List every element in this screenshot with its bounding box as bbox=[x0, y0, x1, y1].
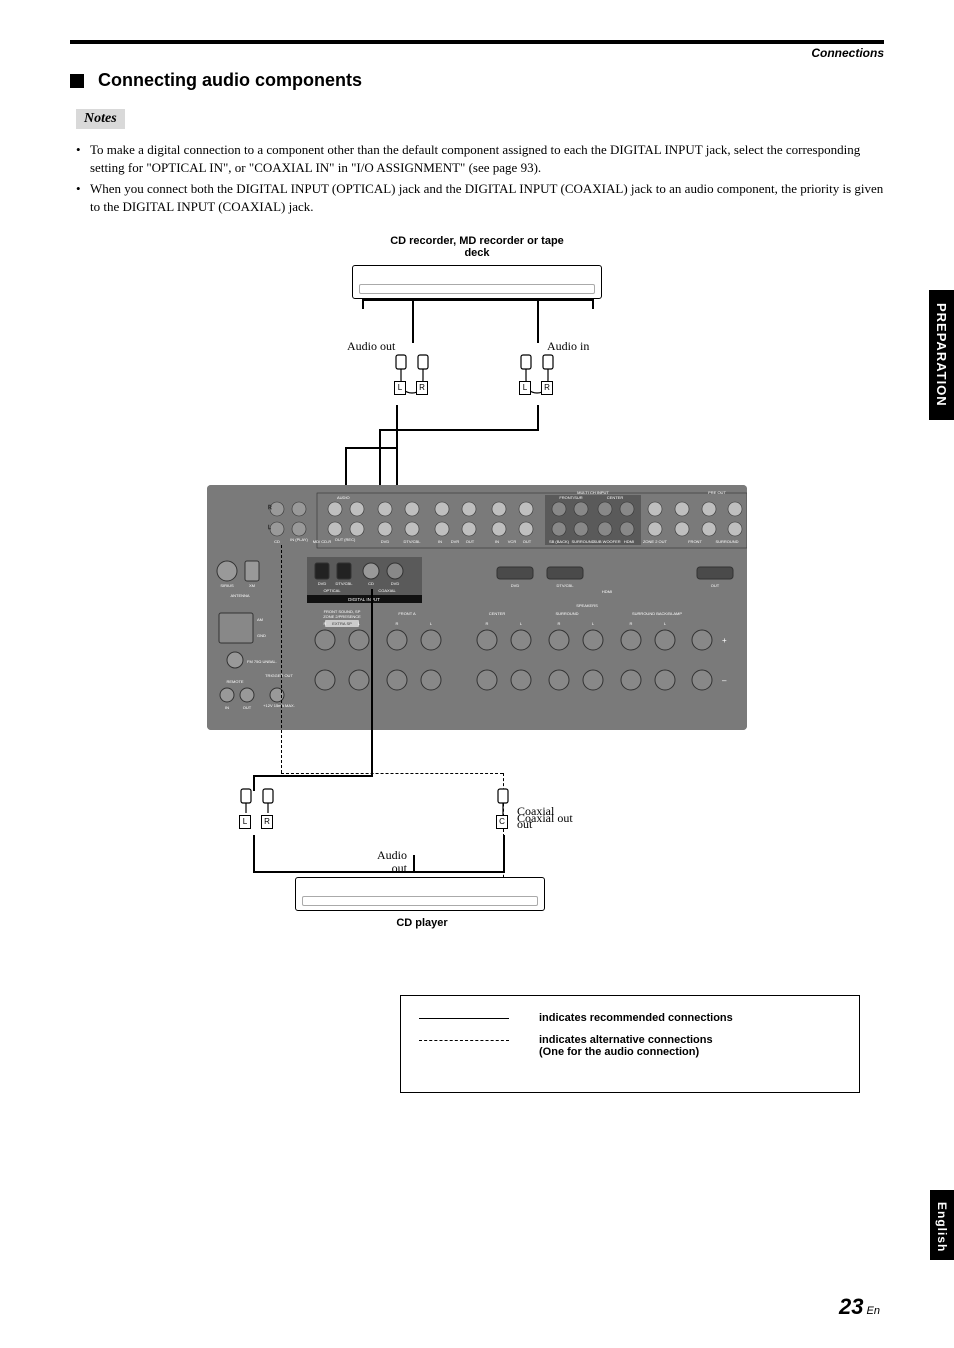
svg-text:SPEAKERS: SPEAKERS bbox=[576, 603, 598, 608]
svg-text:R: R bbox=[324, 621, 327, 626]
svg-text:PRE OUT: PRE OUT bbox=[708, 490, 726, 495]
svg-text:TRIGGER OUT: TRIGGER OUT bbox=[265, 673, 293, 678]
notes-list: To make a digital connection to a compon… bbox=[70, 141, 884, 215]
svg-text:DTV/CBL: DTV/CBL bbox=[404, 539, 422, 544]
connection-diagram: CD recorder, MD recorder or tape deck Au… bbox=[197, 235, 757, 935]
section-title: Connecting audio components bbox=[98, 70, 362, 91]
svg-text:DVD: DVD bbox=[318, 581, 327, 586]
svg-text:CD: CD bbox=[368, 581, 374, 586]
cd-player-box bbox=[295, 877, 545, 911]
svg-text:VCR: VCR bbox=[508, 539, 517, 544]
legend-box: indicates recommended connections indica… bbox=[400, 995, 860, 1093]
audio-out-label: Audio out bbox=[347, 339, 395, 354]
side-tab-english: English bbox=[930, 1190, 954, 1260]
svg-text:AUDIO: AUDIO bbox=[337, 495, 350, 500]
svg-text:IN: IN bbox=[438, 539, 442, 544]
legend-rec: indicates recommended connections bbox=[539, 1012, 733, 1024]
svg-text:SURROUND: SURROUND bbox=[555, 611, 578, 616]
r-label: R bbox=[541, 381, 553, 395]
page-number: 23 En bbox=[839, 1294, 880, 1320]
receiver-rear-panel: AUDIO R L bbox=[207, 485, 747, 730]
svg-text:L: L bbox=[268, 525, 271, 531]
svg-text:OUT: OUT bbox=[243, 705, 252, 710]
svg-text:IN: IN bbox=[495, 539, 499, 544]
alt-connection-line bbox=[281, 545, 282, 773]
r-label: R bbox=[261, 815, 273, 829]
breadcrumb: Connections bbox=[811, 46, 884, 60]
svg-text:OUT (REC): OUT (REC) bbox=[335, 537, 356, 542]
coaxial-out-text: Coaxialout bbox=[517, 805, 554, 831]
svg-text:OPTICAL: OPTICAL bbox=[323, 588, 341, 593]
svg-text:REMOTE: REMOTE bbox=[226, 679, 243, 684]
svg-text:R: R bbox=[486, 621, 489, 626]
svg-text:DVR: DVR bbox=[451, 539, 460, 544]
legend-alt: indicates alternative connections (One f… bbox=[539, 1034, 713, 1058]
svg-text:R: R bbox=[396, 621, 399, 626]
svg-text:FRONT A: FRONT A bbox=[398, 611, 416, 616]
svg-text:DVD: DVD bbox=[381, 539, 390, 544]
cd-player-label: CD player bbox=[362, 917, 482, 929]
c-label: C bbox=[496, 815, 508, 829]
svg-text:HDMI: HDMI bbox=[624, 539, 634, 544]
svg-text:DTV/CBL: DTV/CBL bbox=[336, 581, 354, 586]
svg-text:OUT: OUT bbox=[711, 583, 720, 588]
svg-text:GND: GND bbox=[257, 633, 266, 638]
svg-text:SURROUND: SURROUND bbox=[571, 539, 594, 544]
dashed-line-icon bbox=[419, 1040, 509, 1041]
l-label: L bbox=[394, 381, 406, 395]
svg-text:AM: AM bbox=[257, 617, 263, 622]
svg-text:XM: XM bbox=[249, 583, 255, 588]
side-tab-preparation: PREPARATION bbox=[929, 290, 954, 420]
l-label: L bbox=[239, 815, 251, 829]
svg-text:ZONE 2/PRESENCE: ZONE 2/PRESENCE bbox=[323, 614, 361, 619]
note-item: When you connect both the DIGITAL INPUT … bbox=[76, 180, 884, 215]
top-device-label: CD recorder, MD recorder or tape deck bbox=[377, 235, 577, 259]
svg-text:+: + bbox=[722, 636, 727, 645]
solid-line-icon bbox=[419, 1018, 509, 1019]
r-label: R bbox=[416, 381, 428, 395]
note-item: To make a digital connection to a compon… bbox=[76, 141, 884, 176]
svg-text:SB (BACK): SB (BACK) bbox=[549, 539, 570, 544]
svg-text:FRONT: FRONT bbox=[688, 539, 702, 544]
svg-text:–: – bbox=[722, 676, 727, 685]
l-label: L bbox=[519, 381, 531, 395]
svg-text:SUB WOOFER: SUB WOOFER bbox=[593, 539, 620, 544]
svg-text:OUT: OUT bbox=[523, 539, 532, 544]
svg-text:DTV/CBL: DTV/CBL bbox=[557, 583, 575, 588]
svg-text:DVD: DVD bbox=[511, 583, 520, 588]
svg-text:IN: IN bbox=[225, 705, 229, 710]
svg-text:FM 75Ω UNBAL.: FM 75Ω UNBAL. bbox=[247, 659, 277, 664]
svg-text:HDMI: HDMI bbox=[602, 589, 612, 594]
svg-text:CD: CD bbox=[274, 539, 280, 544]
svg-text:SURROUND BACK/BI-AMP: SURROUND BACK/BI-AMP bbox=[632, 611, 682, 616]
svg-text:CENTER: CENTER bbox=[489, 611, 506, 616]
svg-text:CENTER: CENTER bbox=[607, 495, 624, 500]
svg-text:SIRIUS: SIRIUS bbox=[220, 583, 234, 588]
svg-text:COAXIAL: COAXIAL bbox=[378, 588, 396, 593]
svg-text:MD/ CD-R: MD/ CD-R bbox=[313, 539, 332, 544]
svg-text:FRONT/SUR: FRONT/SUR bbox=[559, 495, 582, 500]
svg-text:ZONE 2 OUT: ZONE 2 OUT bbox=[643, 539, 668, 544]
audio-in-label: Audio in bbox=[547, 339, 589, 354]
svg-text:R: R bbox=[558, 621, 561, 626]
notes-heading: Notes bbox=[76, 109, 125, 129]
svg-text:DIGITAL INPUT: DIGITAL INPUT bbox=[348, 597, 380, 602]
top-device-box bbox=[352, 265, 602, 299]
svg-text:DVD: DVD bbox=[391, 581, 400, 586]
square-bullet-icon bbox=[70, 74, 84, 88]
section-title-row: Connecting audio components bbox=[70, 70, 884, 91]
top-rule bbox=[70, 40, 884, 44]
svg-text:ANTENNA: ANTENNA bbox=[230, 593, 249, 598]
svg-text:EXTRA SP: EXTRA SP bbox=[332, 621, 352, 626]
svg-text:R: R bbox=[630, 621, 633, 626]
svg-text:+12V 15mA MAX.: +12V 15mA MAX. bbox=[263, 703, 295, 708]
svg-text:SURROUND: SURROUND bbox=[715, 539, 738, 544]
svg-text:R: R bbox=[268, 505, 272, 511]
svg-text:OUT: OUT bbox=[466, 539, 475, 544]
svg-text:IN (PLAY): IN (PLAY) bbox=[290, 537, 308, 542]
